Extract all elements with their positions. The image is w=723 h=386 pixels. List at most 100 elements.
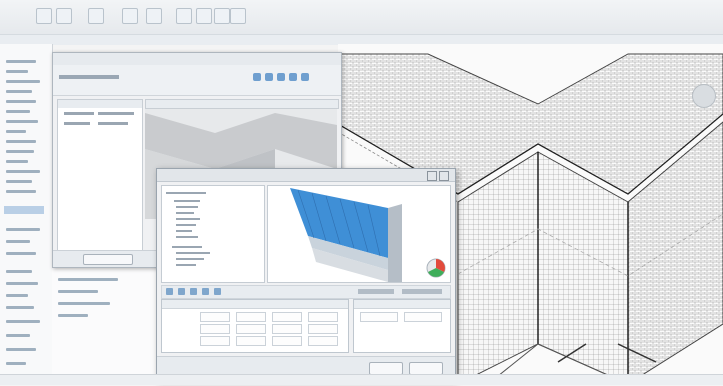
browser-item[interactable] [6,348,36,351]
grid-header [354,300,450,309]
browser-tree-extension [52,266,157,374]
grid-header [162,300,348,309]
list-item[interactable] [98,112,134,115]
grid-cell[interactable] [308,312,338,322]
browser-item[interactable] [58,302,110,305]
grid-cell[interactable] [308,324,338,334]
tree-item[interactable] [176,206,198,208]
3d-preview[interactable] [267,185,451,283]
toolbar-label [59,75,119,79]
grid-cell[interactable] [200,312,230,322]
browser-item[interactable] [6,60,36,63]
element-tree [161,185,265,283]
grid-cell[interactable] [272,324,302,334]
toolbar-icon[interactable] [190,288,197,295]
grid-cell[interactable] [236,312,266,322]
parameter-grid [161,299,349,353]
browser-item[interactable] [6,240,30,243]
browser-item[interactable] [6,160,28,163]
toolbar-icon[interactable] [301,73,309,81]
browser-item[interactable] [6,228,40,231]
grid-cell[interactable] [272,336,302,346]
tree-item[interactable] [176,252,210,254]
navigation-wheel-icon[interactable] [692,84,716,108]
browser-item[interactable] [6,252,36,255]
list-item[interactable] [64,122,90,125]
grid-cell[interactable] [236,324,266,334]
ribbon-button[interactable] [56,8,72,24]
maximize-icon[interactable] [427,171,437,181]
browser-item[interactable] [6,270,32,273]
ribbon-button[interactable] [176,8,192,24]
ribbon-button[interactable] [122,8,138,24]
browser-item[interactable] [6,320,40,323]
grid-cell[interactable] [360,312,398,322]
browser-item[interactable] [6,306,34,309]
browser-item[interactable] [6,170,40,173]
browser-item[interactable] [58,278,118,281]
browser-item[interactable] [6,110,30,113]
grid-cell[interactable] [272,312,302,322]
close-icon[interactable] [439,171,449,181]
list-item[interactable] [98,122,128,125]
back-dialog-button[interactable] [83,254,133,265]
ribbon-button[interactable] [146,8,162,24]
grid-cell[interactable] [236,336,266,346]
grid-cell[interactable] [200,324,230,334]
browser-item[interactable] [6,100,36,103]
tree-item[interactable] [176,258,204,260]
back-dialog-list [57,99,143,251]
toolbar-icon[interactable] [277,73,285,81]
browser-item[interactable] [6,120,38,123]
browser-item[interactable] [6,282,38,285]
list-header [58,100,142,108]
front-dialog-titlebar[interactable] [157,169,455,182]
browser-item[interactable] [6,80,40,83]
browser-item[interactable] [6,362,26,365]
tree-item[interactable] [176,264,196,266]
browser-item[interactable] [58,314,88,317]
grid-cell[interactable] [200,336,230,346]
ribbon-button[interactable] [88,8,104,24]
toolbar-field[interactable] [358,289,394,294]
browser-item[interactable] [6,70,28,73]
browser-item[interactable] [6,180,32,183]
ribbon-button[interactable] [36,8,52,24]
ribbon-button[interactable] [214,8,230,24]
grid-cell[interactable] [404,312,442,322]
toolbar-icon[interactable] [178,288,185,295]
browser-item[interactable] [6,90,32,93]
back-dialog-column-header [145,99,339,109]
parameter-grid-secondary [353,299,451,353]
browser-item[interactable] [6,150,34,153]
browser-item[interactable] [6,334,30,337]
toolbar-icon[interactable] [202,288,209,295]
tree-item[interactable] [176,212,194,214]
toolbar-icon[interactable] [253,73,261,81]
grid-cell[interactable] [308,336,338,346]
tree-item[interactable] [176,230,192,232]
front-dialog [156,168,456,380]
status-bar [0,374,723,385]
tree-item[interactable] [172,246,202,248]
browser-item-selected[interactable] [4,206,44,214]
list-item[interactable] [64,112,94,115]
browser-item[interactable] [6,130,26,133]
browser-item[interactable] [58,290,98,293]
tree-item[interactable] [176,218,200,220]
toolbar-icon[interactable] [166,288,173,295]
browser-item[interactable] [6,294,28,297]
tree-item[interactable] [176,224,196,226]
ribbon-button[interactable] [196,8,212,24]
ribbon-button[interactable] [230,8,246,24]
toolbar-icon[interactable] [214,288,221,295]
browser-item[interactable] [6,140,36,143]
grid-toolbar [161,285,451,299]
tree-item[interactable] [174,200,200,202]
toolbar-icon[interactable] [289,73,297,81]
toolbar-field[interactable] [402,289,442,294]
browser-item[interactable] [6,190,36,193]
tree-item[interactable] [166,192,206,194]
tree-item[interactable] [176,236,198,238]
toolbar-icon[interactable] [265,73,273,81]
